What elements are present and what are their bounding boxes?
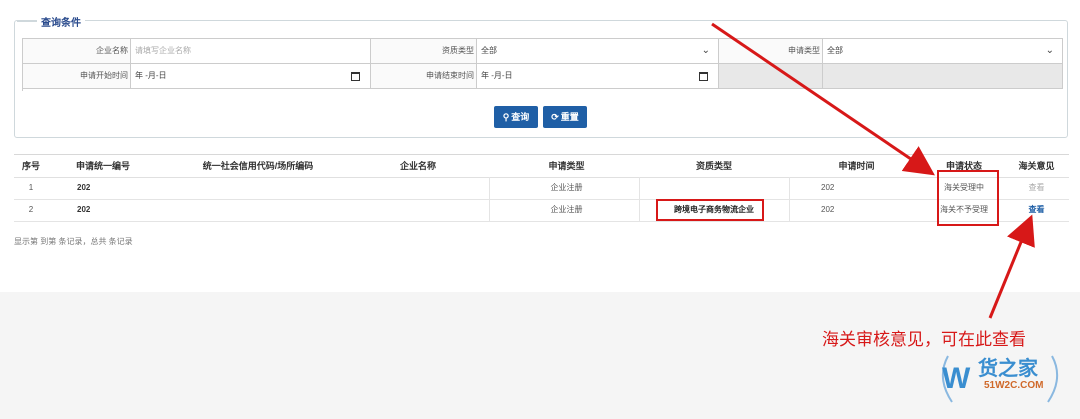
annotation-note: 海关审核意见，可在此查看: [822, 330, 1026, 350]
watermark-brand: 货之家: [978, 356, 1038, 380]
arrow-to-opinion: [988, 214, 1035, 319]
watermark-logo: W 货之家 51W2C.COM: [930, 348, 1070, 408]
arrow-to-status: [711, 22, 935, 176]
watermark-site: 51W2C.COM: [984, 380, 1044, 391]
annotation-arrows: [711, 22, 1035, 319]
svg-text:W: W: [942, 362, 971, 395]
